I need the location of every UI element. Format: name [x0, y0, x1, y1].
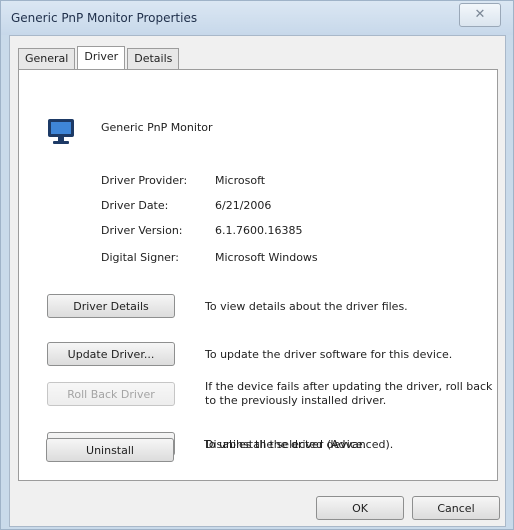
- cancel-button[interactable]: Cancel: [412, 496, 500, 520]
- driver-date-value: 6/21/2006: [215, 199, 272, 212]
- digital-signer-label: Digital Signer:: [101, 251, 179, 264]
- roll-back-driver-description: If the device fails after updating the d…: [205, 380, 493, 407]
- update-driver-button[interactable]: Update Driver...: [47, 342, 175, 366]
- driver-provider-label: Driver Provider:: [101, 174, 188, 187]
- close-icon: ✕: [474, 7, 486, 22]
- window-title: Generic PnP Monitor Properties: [11, 11, 198, 25]
- monitor-icon: [48, 119, 74, 144]
- ok-button[interactable]: OK: [316, 496, 404, 520]
- properties-window: Generic PnP Monitor Properties ✕ General…: [0, 0, 514, 530]
- title-bar: Generic PnP Monitor Properties ✕: [1, 1, 513, 35]
- driver-version-value: 6.1.7600.16385: [215, 224, 303, 237]
- tab-strip: General Driver Details: [18, 46, 181, 70]
- tab-details[interactable]: Details: [127, 48, 180, 69]
- driver-tab-panel: Generic PnP Monitor Driver Provider: Mic…: [18, 69, 498, 481]
- tab-driver[interactable]: Driver: [77, 46, 126, 69]
- uninstall-description: To uninstall the driver (Advanced).: [204, 438, 394, 451]
- digital-signer-value: Microsoft Windows: [215, 251, 318, 264]
- driver-date-label: Driver Date:: [101, 199, 169, 212]
- roll-back-driver-button[interactable]: Roll Back Driver: [47, 382, 175, 406]
- driver-provider-value: Microsoft: [215, 174, 266, 187]
- close-button[interactable]: ✕: [459, 3, 501, 27]
- uninstall-button[interactable]: Uninstall: [46, 438, 174, 462]
- driver-version-label: Driver Version:: [101, 224, 183, 237]
- update-driver-description: To update the driver software for this d…: [205, 348, 453, 361]
- driver-details-button[interactable]: Driver Details: [47, 294, 175, 318]
- device-name: Generic PnP Monitor: [101, 121, 213, 134]
- tab-general[interactable]: General: [18, 48, 76, 69]
- dialog-body: General Driver Details Generic PnP Monit…: [9, 35, 506, 527]
- driver-details-description: To view details about the driver files.: [205, 300, 408, 313]
